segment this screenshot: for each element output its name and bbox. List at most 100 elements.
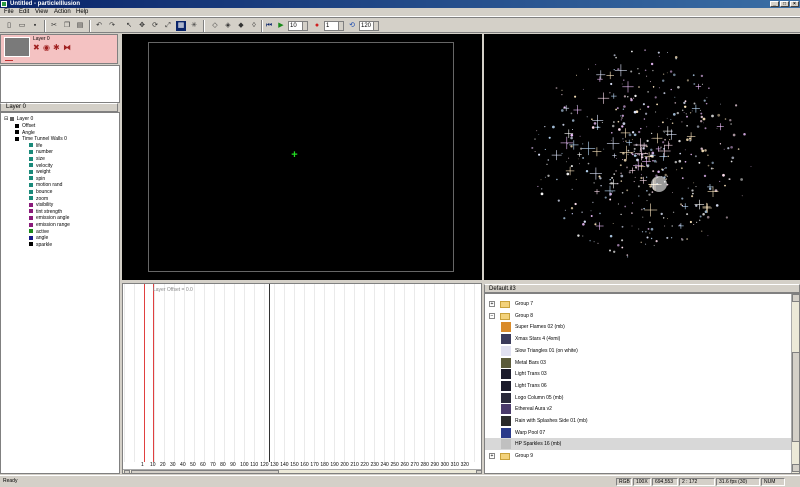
menu-view[interactable]: View: [35, 9, 48, 15]
frame-field[interactable]: 10: [288, 21, 308, 31]
sparkle-particle: [661, 121, 664, 124]
library-emitter-row[interactable]: Metal Bars 03: [485, 357, 791, 369]
scale-tool-icon[interactable]: ⤢: [163, 21, 173, 31]
playhead-line[interactable]: [153, 284, 154, 462]
tree-item-offset[interactable]: Offset: [15, 123, 35, 129]
cut-icon[interactable]: ✂: [49, 21, 59, 31]
tree-item-angle[interactable]: Angle: [15, 130, 35, 136]
select-tool-icon[interactable]: ↖: [124, 21, 134, 31]
tree-item-active[interactable]: active: [29, 229, 49, 235]
sparkle-particle: [666, 72, 668, 74]
scroll-right-button[interactable]: [476, 470, 481, 473]
redo-icon[interactable]: ↷: [107, 21, 117, 31]
library-group-row[interactable]: + Group 7: [485, 298, 791, 310]
tree-item-time-tunnel-walls-0[interactable]: Time Tunnel Walls 0: [15, 136, 67, 142]
lock-layer-icon[interactable]: ◉: [43, 44, 50, 52]
maximize-button[interactable]: □: [780, 1, 789, 7]
library-group-row[interactable]: + Group 9: [485, 450, 791, 462]
scroll-up-button[interactable]: [792, 294, 799, 302]
layer-panel[interactable]: Layer 0 ✖ ◉ ✱ ⧓: [0, 34, 118, 64]
library-emitter-row[interactable]: HP Sparkles 16 (mb): [485, 438, 791, 451]
tree-item-emission-range[interactable]: emission range: [29, 222, 70, 228]
menu-help[interactable]: Help: [76, 9, 88, 15]
scroll-thumb[interactable]: [131, 470, 279, 473]
play-icon[interactable]: ▶: [276, 21, 286, 31]
rewind-icon[interactable]: ⏮: [264, 21, 274, 31]
library-emitter-row[interactable]: Light Trans 06: [485, 380, 791, 392]
status-frame: 2 : 172: [679, 478, 715, 486]
output-view-icon[interactable]: ◊: [249, 21, 259, 31]
save-icon[interactable]: ▪: [30, 21, 40, 31]
library-emitter-row[interactable]: Slow Triangles 01 (on white): [485, 345, 791, 357]
stage-view-icon[interactable]: ◇: [210, 21, 220, 31]
library-emitter-row[interactable]: Logo Column 05 (mb): [485, 392, 791, 404]
delete-layer-icon[interactable]: ⧓: [63, 44, 71, 52]
tree-item-zoom[interactable]: zoom: [29, 196, 48, 202]
grid-tool-icon[interactable]: ▦: [176, 21, 186, 31]
sparkle-particle: [743, 133, 746, 136]
stage-view[interactable]: +: [122, 34, 482, 280]
move-tool-icon[interactable]: ✥: [137, 21, 147, 31]
emitter-library[interactable]: + Group 7 − Group 8 Super Flames 02 (mb) Xmas…: [484, 293, 800, 474]
library-emitter-row[interactable]: Xmas Stars 4 (4xmi): [485, 333, 791, 345]
emitter-tool-icon[interactable]: ✳: [189, 21, 199, 31]
tree-item-size[interactable]: size: [29, 156, 45, 162]
close-button[interactable]: ×: [790, 1, 799, 7]
open-icon[interactable]: ▭: [17, 21, 27, 31]
tree-root-row[interactable]: ⊟ Layer 0: [4, 116, 33, 122]
menu-action[interactable]: Action: [54, 9, 71, 15]
library-emitter-row[interactable]: Super Flames 02 (mb): [485, 321, 791, 333]
tree-item-life[interactable]: life: [29, 143, 42, 149]
scroll-left-button[interactable]: [124, 470, 130, 473]
sparkle-particle: [621, 125, 624, 128]
minimize-button[interactable]: _: [770, 1, 779, 7]
sparkle-particle: [701, 149, 705, 153]
emitter-position-marker[interactable]: +: [290, 150, 299, 161]
timeline-end-line[interactable]: [269, 284, 270, 462]
new-icon[interactable]: ▯: [4, 21, 14, 31]
render-view-icon[interactable]: ◆: [236, 21, 246, 31]
loop-icon[interactable]: ⟲: [347, 21, 357, 31]
timeline-graph[interactable]: Layer Offset = 0.0 1 10 20 30 40 50 60 70 80 90 10…: [122, 283, 482, 474]
tree-item-visibility[interactable]: visibility: [29, 202, 53, 208]
sparkle-particle: [627, 149, 630, 152]
timeline-horizontal-scrollbar[interactable]: [123, 469, 481, 473]
library-emitter-row[interactable]: Light Trans 03: [485, 368, 791, 380]
tree-item-motion-rand[interactable]: motion rand: [29, 182, 62, 188]
menu-edit[interactable]: Edit: [19, 9, 29, 15]
library-emitter-row[interactable]: Ethereal Aura v2: [485, 403, 791, 415]
expand-icon[interactable]: +: [489, 301, 495, 307]
tree-item-emission-angle[interactable]: emission angle: [29, 215, 69, 221]
record-field[interactable]: 1: [324, 21, 344, 31]
tree-item-bounce[interactable]: bounce: [29, 189, 52, 195]
sparkle-particle: [693, 83, 696, 85]
solo-layer-icon[interactable]: ✱: [53, 44, 60, 52]
record-icon[interactable]: ●: [312, 21, 322, 31]
sparkle-particle: [603, 148, 605, 150]
library-group-row[interactable]: − Group 8: [485, 310, 791, 322]
tree-item-angle[interactable]: angle: [29, 235, 48, 241]
scroll-down-button[interactable]: [792, 464, 799, 472]
expand-icon[interactable]: +: [489, 453, 495, 460]
paste-icon[interactable]: ▤: [75, 21, 85, 31]
fps-field[interactable]: 120: [359, 21, 379, 31]
undo-icon[interactable]: ↶: [94, 21, 104, 31]
tree-item-spin[interactable]: spin: [29, 176, 45, 182]
emitter-tree[interactable]: ⊟ Layer 0 Offset Angle Time Tunnel Walls 0…: [0, 112, 120, 474]
menu-file[interactable]: File: [4, 9, 14, 15]
tree-item-weight[interactable]: weight: [29, 169, 50, 175]
library-emitter-row[interactable]: Rain with Splashes Side 01 (mb): [485, 415, 791, 427]
sparkle-particle: [588, 68, 589, 70]
tree-item-sparkle[interactable]: sparkle: [29, 242, 52, 248]
collapse-icon[interactable]: −: [489, 312, 495, 319]
library-scroll-thumb[interactable]: [792, 352, 799, 442]
rotate-tool-icon[interactable]: ⟳: [150, 21, 160, 31]
tree-item-tint-strength[interactable]: tint strength: [29, 209, 62, 215]
copy-icon[interactable]: ❐: [62, 21, 72, 31]
hide-layer-icon[interactable]: ✖: [33, 44, 40, 52]
library-vertical-scrollbar[interactable]: [791, 294, 799, 473]
preview-view-icon[interactable]: ◈: [223, 21, 233, 31]
library-emitter-row[interactable]: Warp Pool 07: [485, 427, 791, 439]
tree-item-velocity[interactable]: velocity: [29, 163, 53, 169]
tree-item-number[interactable]: number: [29, 149, 53, 155]
